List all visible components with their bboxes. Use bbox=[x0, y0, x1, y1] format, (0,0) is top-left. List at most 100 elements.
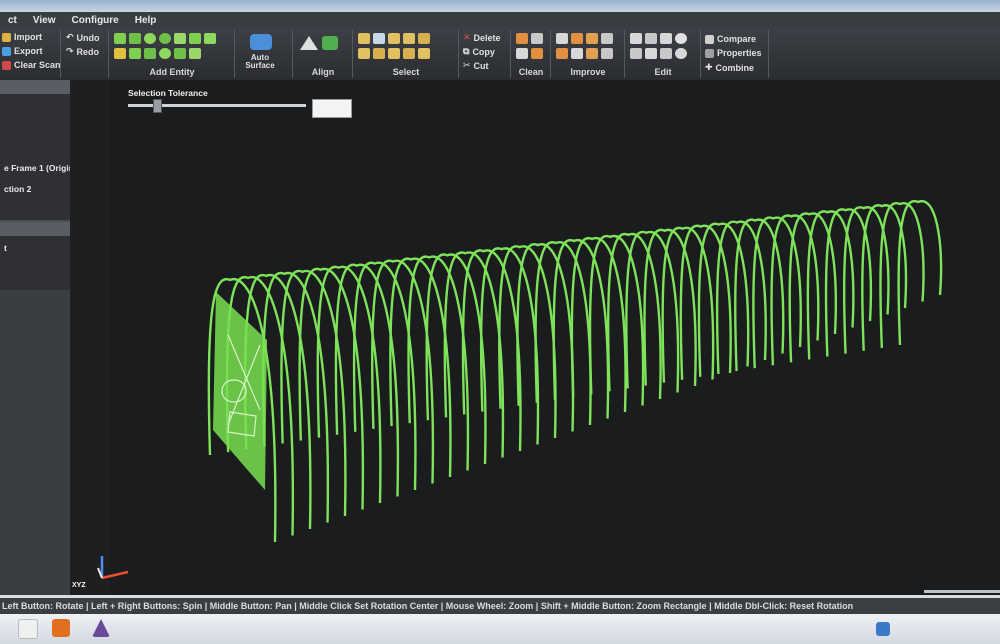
edit-sphere-icon[interactable] bbox=[675, 33, 687, 44]
taskbar bbox=[0, 614, 1000, 644]
compare-label: Compare bbox=[717, 34, 757, 44]
clean-fill-icon[interactable] bbox=[516, 48, 528, 59]
select-check-icon[interactable] bbox=[388, 48, 400, 59]
edit-drop-icon[interactable] bbox=[675, 48, 687, 59]
select-shrink-icon[interactable] bbox=[418, 48, 430, 59]
auto-surface-label[interactable]: Auto Surface bbox=[238, 54, 282, 70]
edit-offset-icon[interactable] bbox=[630, 48, 642, 59]
curve-icon[interactable] bbox=[204, 33, 216, 44]
improve-decimate-icon[interactable] bbox=[556, 33, 568, 44]
select-rect-icon[interactable] bbox=[358, 33, 370, 44]
redo-button[interactable]: ↷ Redo bbox=[66, 46, 99, 57]
menu-item-configure[interactable]: Configure bbox=[64, 15, 127, 26]
point-icon[interactable] bbox=[159, 33, 171, 44]
copy-icon: ⧉ bbox=[463, 46, 470, 56]
edit-label: Edit bbox=[654, 67, 672, 77]
selection-tolerance-label: Selection Tolerance bbox=[128, 88, 208, 98]
sphere-icon[interactable] bbox=[159, 48, 171, 59]
edit-shell-icon[interactable] bbox=[660, 48, 672, 59]
select-grow-icon[interactable] bbox=[403, 48, 415, 59]
improve-sharpen-icon[interactable] bbox=[586, 48, 598, 59]
arch-curve bbox=[679, 224, 732, 380]
copy-button[interactable]: ⧉ Copy bbox=[463, 46, 495, 57]
clean-noise-icon[interactable] bbox=[516, 33, 528, 44]
taskbar-app-icon-1[interactable] bbox=[18, 619, 38, 639]
second-panel-item[interactable]: t bbox=[4, 243, 7, 253]
import-button[interactable]: Import bbox=[2, 32, 42, 42]
copy-label: Copy bbox=[472, 46, 495, 57]
improve-group: Improve bbox=[552, 30, 625, 78]
menu-item-help[interactable]: Help bbox=[127, 15, 165, 26]
circle-icon[interactable] bbox=[144, 33, 156, 44]
combine-icon: ✚ bbox=[705, 62, 713, 72]
export-button[interactable]: Export bbox=[2, 46, 43, 56]
menu-item-select[interactable]: ct bbox=[0, 15, 25, 26]
improve-refine-icon[interactable] bbox=[571, 33, 583, 44]
menu-bar: ct View Configure Help bbox=[0, 12, 1000, 28]
tree-item-frame1[interactable]: e Frame 1 (Origin) bbox=[4, 163, 77, 173]
improve-relax-icon[interactable] bbox=[601, 33, 613, 44]
axis-label: XYZ bbox=[72, 582, 86, 589]
clear-scan-button[interactable]: Clear Scan bbox=[2, 60, 61, 70]
viewport-edge bbox=[70, 80, 110, 595]
undo-label: Undo bbox=[76, 32, 100, 43]
compare-icon bbox=[705, 34, 714, 44]
select-invert-icon[interactable] bbox=[373, 48, 385, 59]
cut-icon: ✂ bbox=[463, 60, 471, 70]
select-lasso-icon[interactable] bbox=[373, 33, 385, 44]
best-fit-icon[interactable] bbox=[322, 36, 338, 50]
import-icon bbox=[2, 32, 11, 42]
tree-item-section2[interactable]: ction 2 bbox=[4, 184, 31, 194]
line-icon[interactable] bbox=[114, 33, 126, 44]
cut-label: Cut bbox=[473, 60, 489, 71]
improve-label: Improve bbox=[570, 67, 606, 77]
select-poly-icon[interactable] bbox=[403, 33, 415, 44]
auto-surface-icon[interactable] bbox=[250, 34, 272, 50]
plane-icon[interactable] bbox=[114, 48, 126, 59]
edit-group: Edit bbox=[626, 30, 701, 78]
viewport-scroll-handle[interactable] bbox=[924, 590, 1000, 593]
edit-mirror-icon[interactable] bbox=[645, 48, 657, 59]
cut-button[interactable]: ✂ Cut bbox=[463, 60, 489, 71]
select-circle-icon[interactable] bbox=[388, 33, 400, 44]
selection-tolerance-input[interactable] bbox=[312, 99, 352, 118]
arch-curve bbox=[697, 222, 750, 377]
clean-label: Clean bbox=[518, 67, 544, 77]
export-icon bbox=[2, 46, 11, 56]
spline-icon[interactable] bbox=[174, 33, 186, 44]
arch-curve bbox=[715, 220, 767, 374]
polyline-icon[interactable] bbox=[189, 33, 201, 44]
cone-icon[interactable] bbox=[189, 48, 201, 59]
3d-viewport[interactable] bbox=[110, 80, 1000, 595]
select-brush-icon[interactable] bbox=[358, 48, 370, 59]
properties-button[interactable]: Properties bbox=[705, 48, 762, 58]
delete-icon: ✕ bbox=[463, 32, 471, 42]
menu-item-view[interactable]: View bbox=[25, 15, 64, 26]
combine-button[interactable]: ✚ Combine bbox=[705, 62, 754, 73]
wireframe-arches bbox=[207, 199, 943, 543]
improve-bridge-icon[interactable] bbox=[571, 48, 583, 59]
undo-button[interactable]: ↶ Undo bbox=[66, 32, 100, 43]
undo-icon: ↶ bbox=[66, 32, 74, 42]
clean-group: Clean bbox=[512, 30, 551, 78]
edit-trim-icon[interactable] bbox=[630, 33, 642, 44]
align-icon[interactable] bbox=[300, 36, 318, 50]
arc-icon[interactable] bbox=[129, 33, 141, 44]
compare-button[interactable]: Compare bbox=[705, 34, 756, 44]
improve-fill-icon[interactable] bbox=[556, 48, 568, 59]
clean-smooth-icon[interactable] bbox=[531, 48, 543, 59]
delete-button[interactable]: ✕ Delete bbox=[463, 32, 501, 43]
clean-brush-icon[interactable] bbox=[531, 33, 543, 44]
taskbar-tray-icon[interactable] bbox=[876, 622, 890, 636]
grid-icon[interactable] bbox=[129, 48, 141, 59]
taskbar-office-icon[interactable] bbox=[52, 619, 70, 637]
select-all-icon[interactable] bbox=[418, 33, 430, 44]
surface-icon[interactable] bbox=[144, 48, 156, 59]
improve-smooth-icon[interactable] bbox=[586, 33, 598, 44]
edit-split-icon[interactable] bbox=[660, 33, 672, 44]
arch-curve bbox=[552, 238, 610, 419]
cylinder-icon[interactable] bbox=[174, 48, 186, 59]
selection-tolerance-slider-thumb[interactable] bbox=[153, 99, 162, 113]
improve-remesh-icon[interactable] bbox=[601, 48, 613, 59]
edit-extend-icon[interactable] bbox=[645, 33, 657, 44]
